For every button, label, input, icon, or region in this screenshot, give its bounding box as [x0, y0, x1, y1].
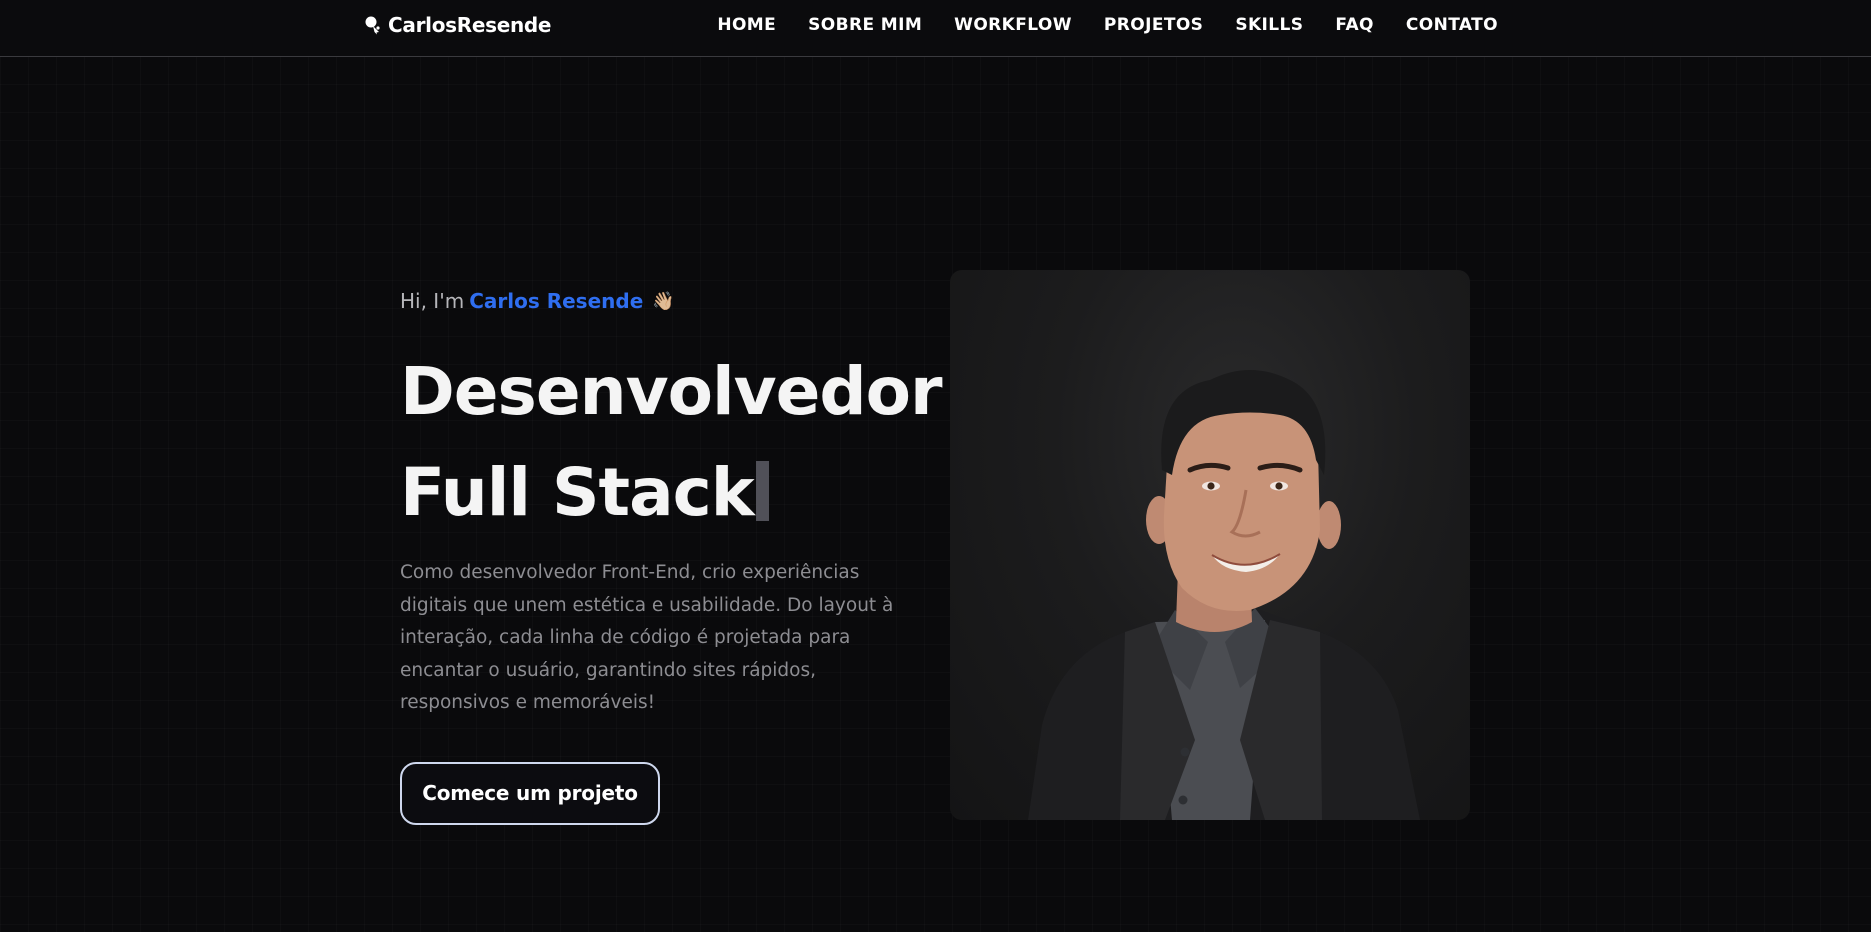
- nav-item-home[interactable]: HOME: [717, 15, 776, 35]
- hero-title-line1: Desenvolvedor: [400, 353, 943, 430]
- nav-item-skills[interactable]: SKILLS: [1235, 15, 1303, 35]
- wave-emoji-icon: 👋🏼: [652, 290, 675, 312]
- hero-description: Como desenvolvedor Front-End, crio exper…: [400, 562, 894, 713]
- hero-title-line2: Full Stack: [400, 454, 755, 531]
- hero-title-line2-wrap: Full Stack: [400, 442, 940, 543]
- portrait-illustration: [1028, 370, 1420, 820]
- nav-item-faq[interactable]: FAQ: [1335, 15, 1373, 35]
- greeting-prefix: Hi, I'm: [400, 289, 465, 313]
- hero-greeting: Hi, I'm Carlos Resende 👋🏼: [400, 283, 940, 319]
- start-project-button[interactable]: Comece um projeto: [400, 761, 660, 825]
- nav-item-projetos[interactable]: PROJETOS: [1104, 15, 1203, 35]
- nav-item-sobre-mim[interactable]: SOBRE MIM: [808, 15, 922, 35]
- hero-intro: Hi, I'm Carlos Resende 👋🏼 Desenvolvedor …: [400, 283, 943, 825]
- typing-cursor: [755, 461, 769, 521]
- main-nav: HOME SOBRE MIM WORKFLOW PROJETOS SKILLS …: [717, 12, 1498, 38]
- top-navbar: CarlosResende HOME SOBRE MIM WORKFLOW PR…: [0, 0, 1871, 57]
- nav-item-contato[interactable]: CONTATO: [1406, 15, 1498, 35]
- hero-title: Desenvolvedor Full Stack: [400, 341, 943, 543]
- brand-name: CarlosResende: [388, 13, 552, 37]
- greeting-name: Carlos Resende: [469, 289, 644, 313]
- brand-logo[interactable]: CarlosResende: [364, 12, 552, 38]
- nav-item-workflow[interactable]: WORKFLOW: [954, 15, 1072, 35]
- rocket-icon: [365, 16, 380, 35]
- profile-photo: [950, 270, 1470, 820]
